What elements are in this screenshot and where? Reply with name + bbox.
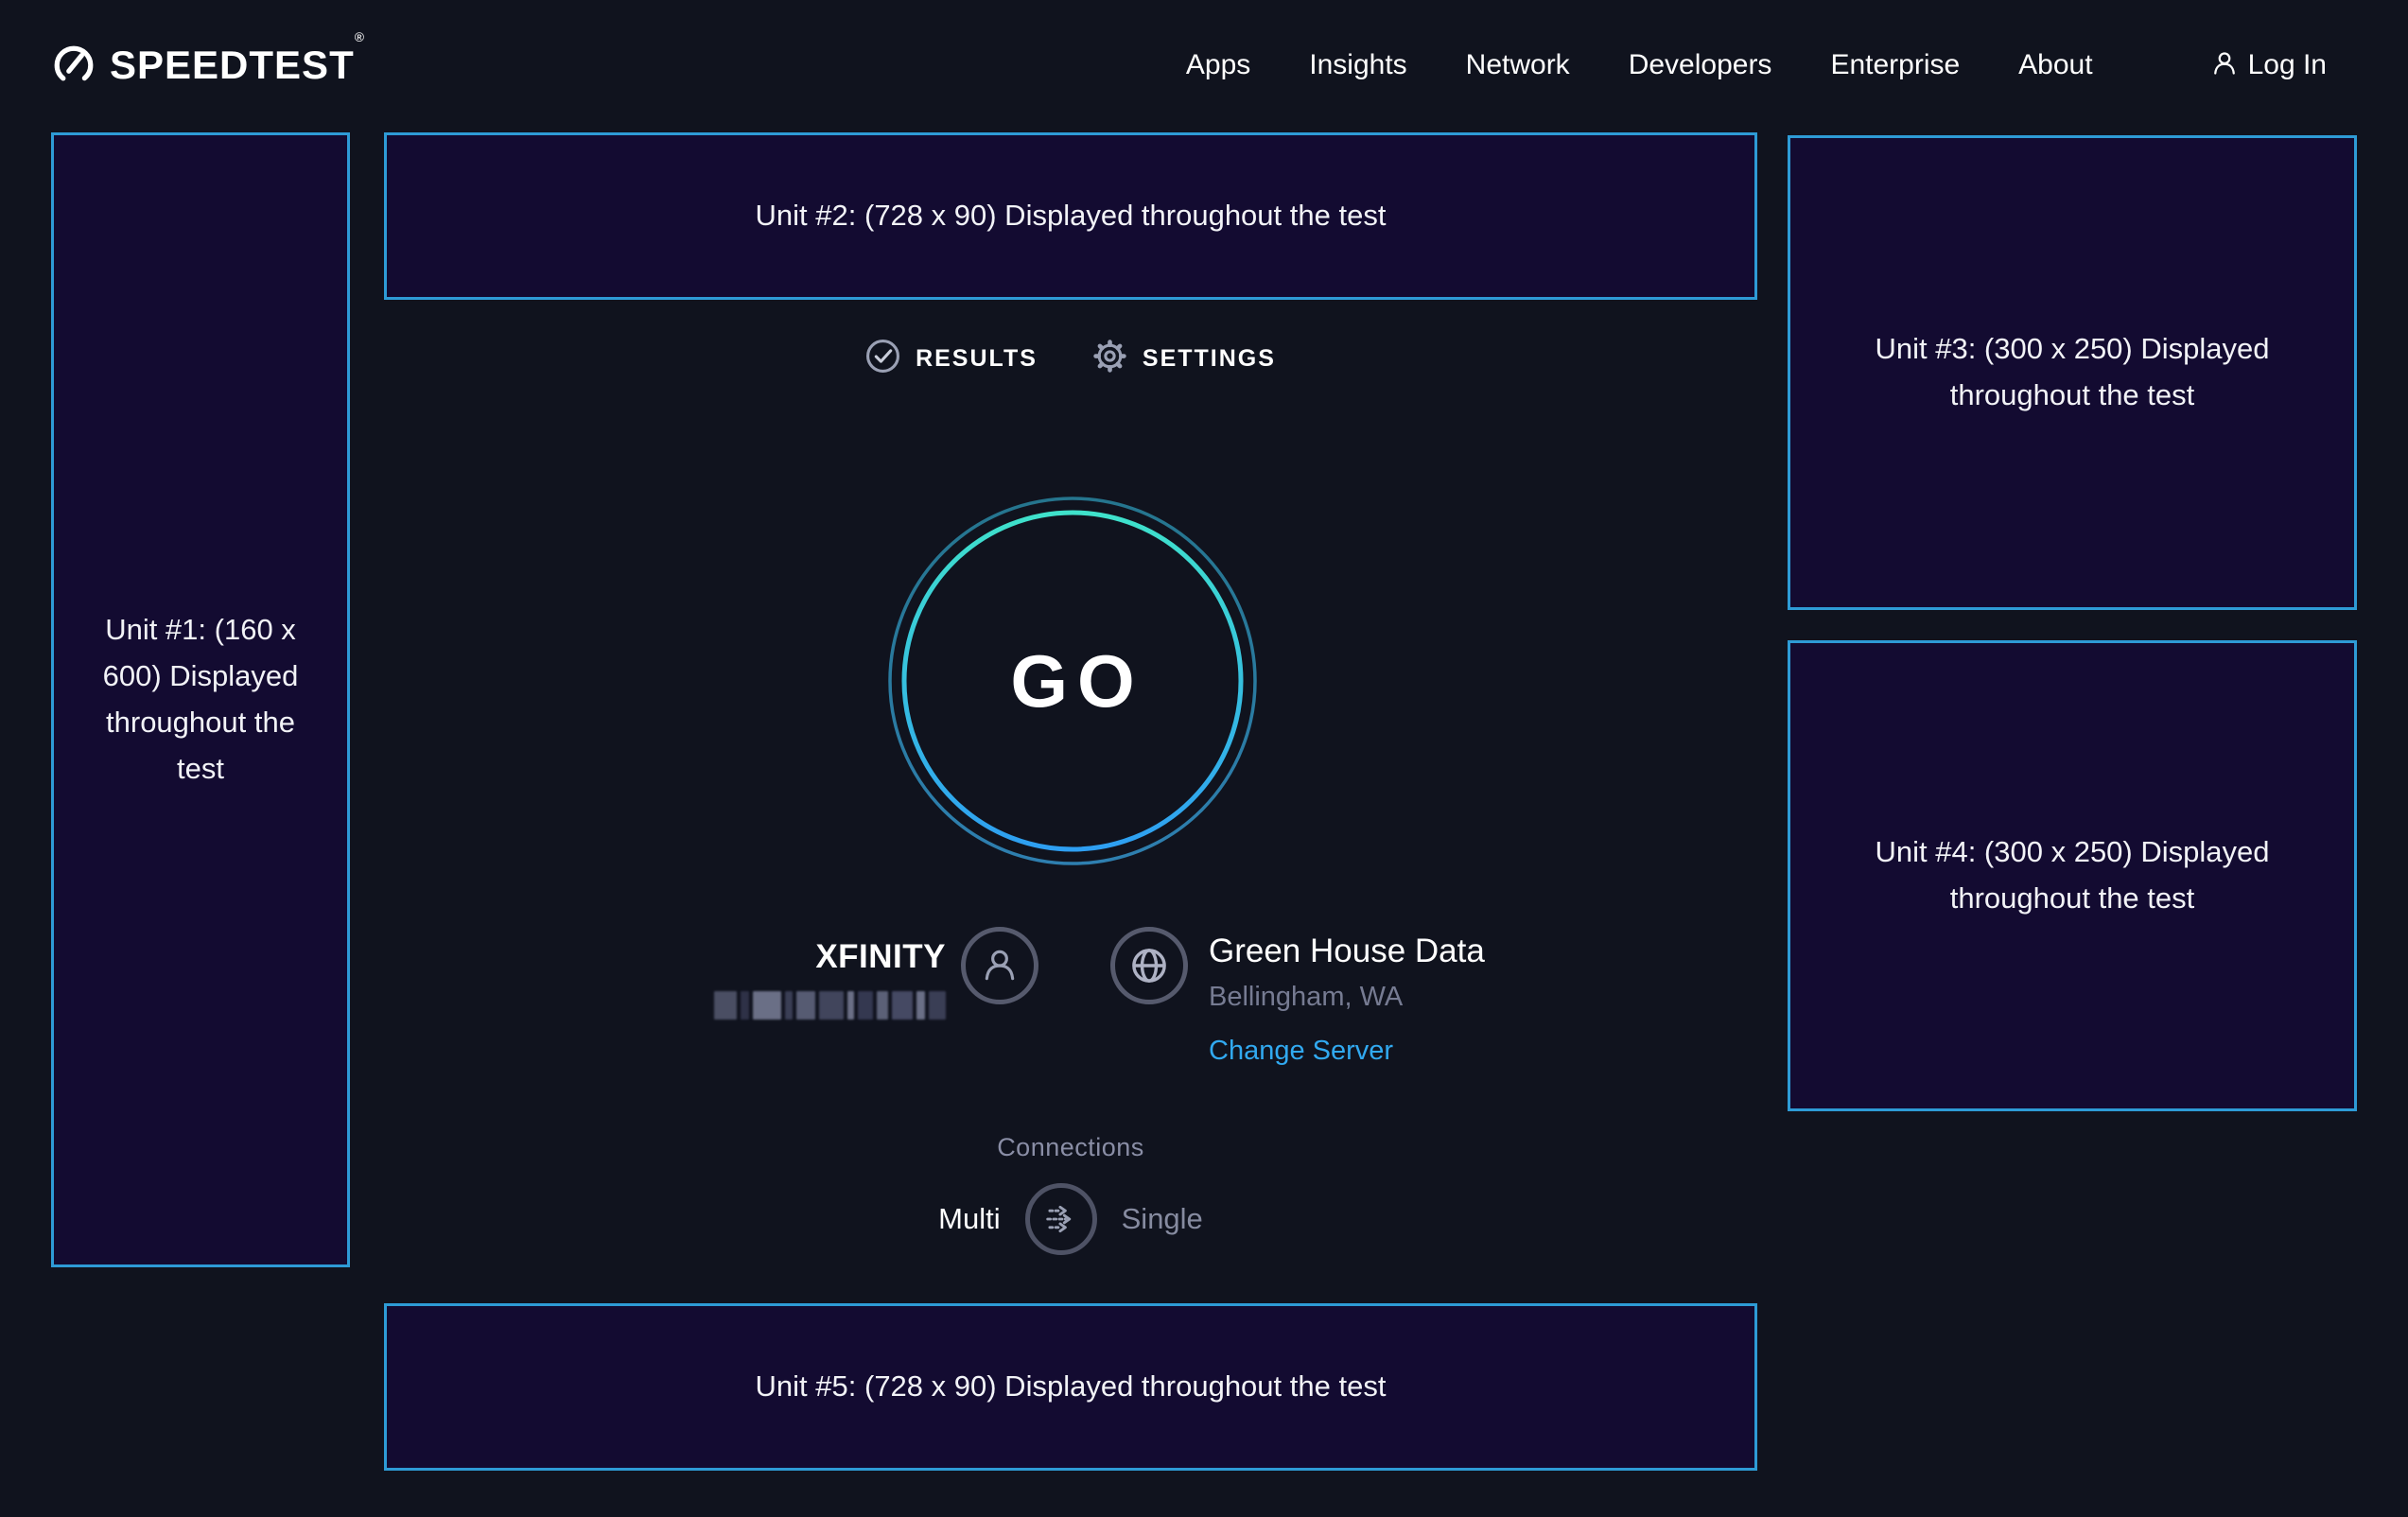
- change-server-link[interactable]: Change Server: [1209, 1036, 1485, 1067]
- login-button[interactable]: Log In: [2210, 49, 2327, 82]
- tab-settings[interactable]: SETTINGS: [1092, 339, 1276, 378]
- isp-block: XFINITY: [742, 938, 946, 1020]
- tab-results[interactable]: RESULTS: [865, 339, 1038, 378]
- server-location: Bellingham, WA: [1209, 982, 1485, 1013]
- tab-settings-label: SETTINGS: [1143, 345, 1276, 373]
- ad-unit-1-label: Unit #1: (160 x 600) Displayed throughou…: [83, 607, 318, 793]
- server-block: Green House Data Bellingham, WA Change S…: [1209, 933, 1485, 1067]
- connections-label: Connections: [997, 1133, 1144, 1162]
- go-button-label: GO: [886, 495, 1259, 867]
- ad-unit-5-leaderboard[interactable]: Unit #5: (728 x 90) Displayed throughout…: [384, 1303, 1757, 1471]
- connections-toggle[interactable]: Multi Single: [938, 1183, 1203, 1255]
- nav-item-network[interactable]: Network: [1466, 49, 1570, 81]
- speedtest-gauge-icon: [52, 44, 96, 87]
- ad-unit-2-label: Unit #2: (728 x 90) Displayed throughout…: [756, 193, 1387, 239]
- login-label: Log In: [2248, 49, 2327, 81]
- server-name: Green House Data: [1209, 933, 1485, 970]
- logo-wordmark: SPEEDTEST®: [110, 43, 365, 88]
- multi-connections-icon[interactable]: [1025, 1183, 1097, 1255]
- connections-section: Connections Multi Single: [384, 1133, 1757, 1255]
- view-tabs: RESULTS SETTINGS: [384, 339, 1757, 378]
- server-globe-icon: [1110, 927, 1188, 1004]
- check-circle-icon: [865, 339, 900, 378]
- nav-item-apps[interactable]: Apps: [1186, 49, 1250, 81]
- ad-unit-4-label: Unit #4: (300 x 250) Displayed throughou…: [1850, 829, 2295, 922]
- nav-item-enterprise[interactable]: Enterprise: [1830, 49, 1960, 81]
- connections-multi-label[interactable]: Multi: [938, 1202, 1000, 1236]
- go-button[interactable]: GO: [886, 495, 1259, 867]
- nav-item-developers[interactable]: Developers: [1629, 49, 1772, 81]
- provider-server-row: XFINITY Green House Data Bellingham, WA …: [742, 927, 1485, 1067]
- nav-item-insights[interactable]: Insights: [1309, 49, 1406, 81]
- connections-single-label[interactable]: Single: [1122, 1202, 1203, 1236]
- ad-unit-4-rectangle[interactable]: Unit #4: (300 x 250) Displayed throughou…: [1788, 640, 2357, 1111]
- tab-results-label: RESULTS: [916, 345, 1038, 373]
- ad-unit-3-label: Unit #3: (300 x 250) Displayed throughou…: [1850, 326, 2295, 419]
- trademark-symbol: ®: [355, 29, 365, 44]
- nav-item-about[interactable]: About: [2018, 49, 2092, 81]
- main-nav: Apps Insights Network Developers Enterpr…: [1186, 49, 2327, 82]
- isp-name: XFINITY: [815, 938, 946, 976]
- gear-icon: [1092, 339, 1127, 378]
- ad-unit-5-label: Unit #5: (728 x 90) Displayed throughout…: [756, 1364, 1387, 1410]
- isp-avatar-icon: [961, 927, 1038, 1004]
- ad-unit-2-leaderboard[interactable]: Unit #2: (728 x 90) Displayed throughout…: [384, 132, 1757, 300]
- top-nav: SPEEDTEST® Apps Insights Network Develop…: [0, 0, 2408, 131]
- isp-ip-redacted: [714, 991, 946, 1020]
- ad-unit-1-skyscraper[interactable]: Unit #1: (160 x 600) Displayed throughou…: [51, 132, 350, 1267]
- speedtest-logo[interactable]: SPEEDTEST®: [52, 43, 365, 88]
- ad-unit-3-rectangle[interactable]: Unit #3: (300 x 250) Displayed throughou…: [1788, 135, 2357, 610]
- user-icon: [2210, 49, 2239, 82]
